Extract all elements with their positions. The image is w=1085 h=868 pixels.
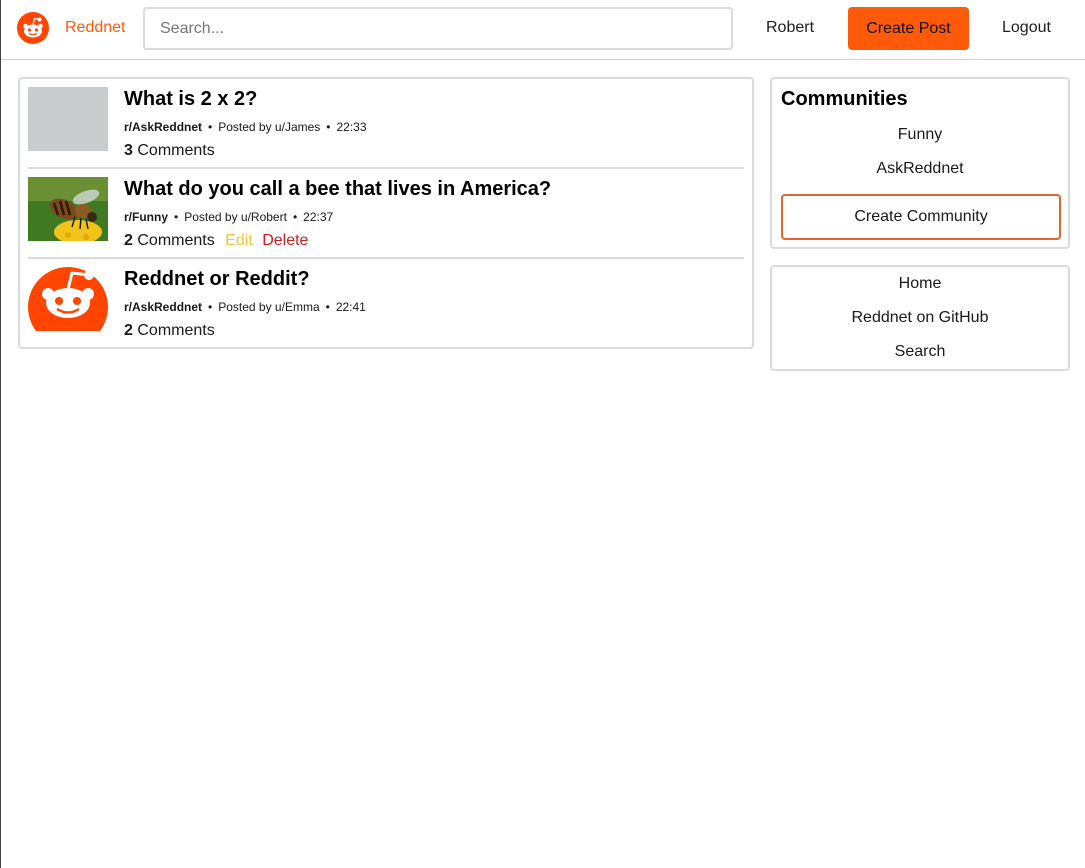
post-title[interactable]: What is 2 x 2? (124, 88, 257, 111)
post-time: 22:33 (336, 120, 367, 134)
comments-link[interactable]: 2 Comments (124, 232, 215, 249)
separator-dot: • (174, 210, 179, 224)
post-title[interactable]: What do you call a bee that lives in Ame… (124, 178, 551, 201)
reddnet-logo-icon[interactable] (17, 12, 49, 44)
create-community-button[interactable]: Create Community (781, 194, 1061, 240)
post-community-link[interactable]: r/Funny (124, 210, 168, 224)
post-author: Posted by u/Emma (218, 300, 320, 314)
separator-dot: • (208, 300, 213, 314)
separator-dot: • (325, 300, 330, 314)
separator-dot: • (292, 210, 298, 224)
home-link[interactable]: Home (772, 275, 1068, 293)
post-time: 22:41 (335, 300, 366, 314)
comments-label: Comments (137, 322, 215, 339)
create-post-button[interactable]: Create Post (848, 7, 969, 50)
bee-photo-icon (28, 177, 108, 241)
separator-dot: • (326, 120, 331, 134)
edit-post-button[interactable]: Edit (225, 232, 253, 249)
post-actions: 2 Comments (124, 322, 215, 340)
post-meta: r/AskReddnet • Posted by u/Emma • 22:41 (124, 300, 366, 314)
comment-count: 2 (124, 232, 133, 249)
post-community-link[interactable]: r/AskReddnet (124, 300, 202, 314)
logout-link[interactable]: Logout (1002, 19, 1051, 37)
post-author: Posted by u/James (218, 120, 321, 134)
post-thumbnail-reddit[interactable] (28, 267, 108, 331)
comment-count: 2 (124, 322, 133, 339)
post-thumbnail-placeholder[interactable] (28, 87, 108, 151)
brand-link[interactable]: Reddnet (65, 19, 126, 37)
post-meta: r/Funny • Posted by u/Robert • 22:37 (124, 210, 333, 224)
comments-label: Comments (137, 142, 215, 159)
comments-link[interactable]: 3 Comments (124, 142, 215, 159)
post-thumbnail-bee[interactable] (28, 177, 108, 241)
post-community-link[interactable]: r/AskReddnet (124, 120, 202, 134)
comment-count: 3 (124, 142, 133, 159)
separator-dot: • (208, 120, 213, 134)
comments-label: Comments (137, 232, 215, 249)
delete-post-button[interactable]: Delete (262, 232, 308, 249)
top-navbar: Reddnet Robert Create Post Logout (1, 0, 1085, 60)
post-item[interactable]: Reddnet or Reddit? r/AskReddnet • Posted b… (28, 259, 744, 349)
post-title[interactable]: Reddnet or Reddit? (124, 268, 310, 291)
comments-link[interactable]: 2 Comments (124, 322, 215, 339)
post-meta: r/AskReddnet • Posted by u/James • 22:33 (124, 120, 367, 134)
search-link[interactable]: Search (772, 343, 1068, 361)
links-panel: Home Reddnet on GitHub Search (770, 265, 1070, 371)
post-item[interactable]: What do you call a bee that lives in Ame… (28, 169, 744, 259)
search-input[interactable] (143, 7, 733, 50)
communities-heading: Communities (781, 88, 908, 110)
post-time: 22:37 (303, 210, 334, 224)
post-actions: 3 Comments (124, 142, 215, 160)
community-link-askreddnet[interactable]: AskReddnet (772, 160, 1068, 178)
post-feed: What is 2 x 2? r/AskReddnet • Posted by u/… (18, 77, 754, 349)
post-author: Posted by u/Robert (184, 210, 287, 224)
github-link[interactable]: Reddnet on GitHub (772, 309, 1068, 327)
communities-panel: Communities Funny AskReddnet Create Comm… (770, 77, 1070, 249)
post-item[interactable]: What is 2 x 2? r/AskReddnet • Posted by u/… (28, 79, 744, 169)
current-user-link[interactable]: Robert (766, 19, 814, 37)
community-link-funny[interactable]: Funny (772, 126, 1068, 144)
post-actions: 2 Comments Edit Delete (124, 232, 308, 250)
reddit-logo-icon (28, 267, 108, 331)
